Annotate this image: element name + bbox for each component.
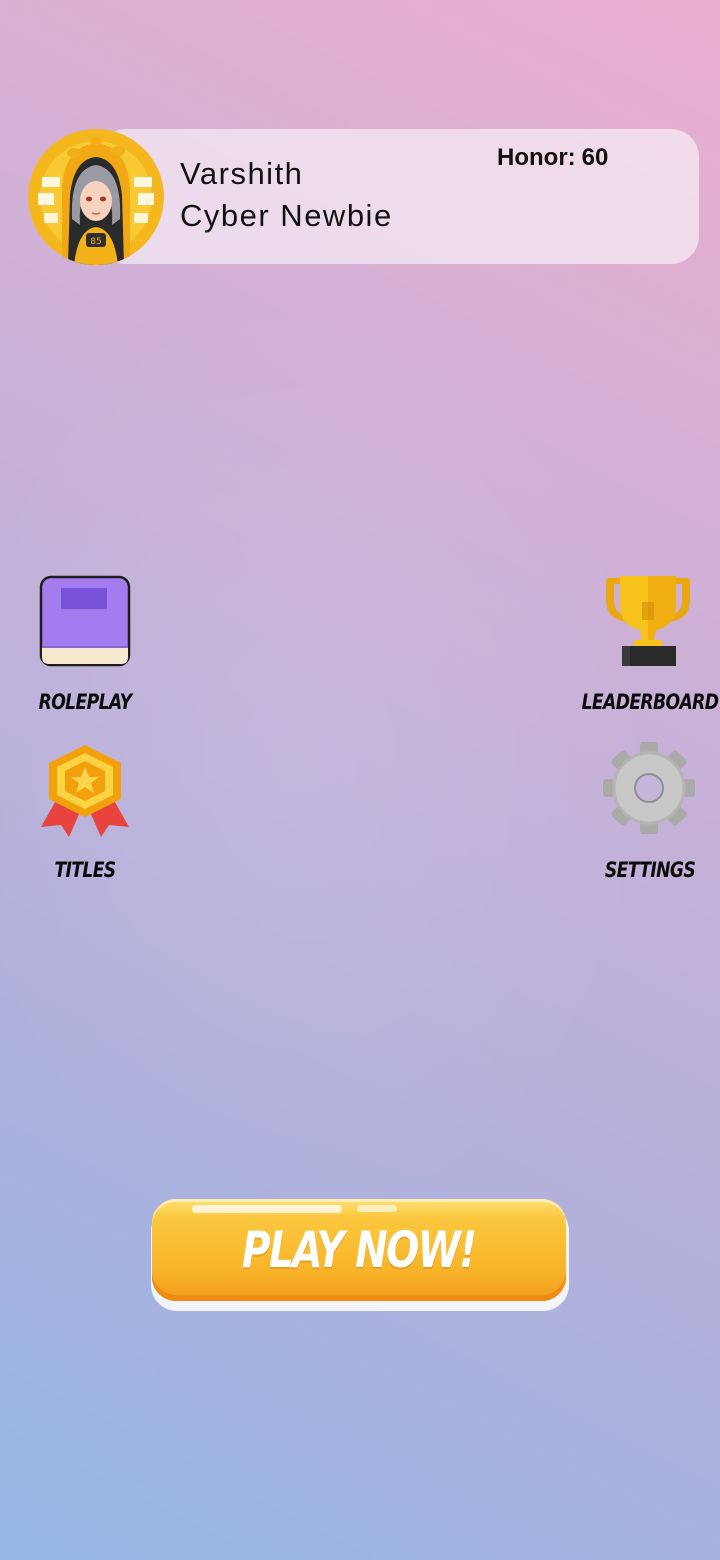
leaderboard-label: LEADERBOARD (581, 690, 719, 714)
leaderboard-button[interactable]: LEADERBOARD (575, 570, 720, 720)
honor-score: Honor: 60 (497, 144, 608, 172)
play-now-button[interactable]: PLAY NOW! (152, 1199, 566, 1301)
player-avatar[interactable]: 85 (28, 129, 164, 265)
medal-icon (41, 745, 129, 837)
roleplay-button[interactable]: ROLEPLAY (10, 570, 160, 720)
settings-button[interactable]: SETTINGS (575, 738, 720, 888)
titles-button[interactable]: TITLES (10, 738, 160, 888)
svg-text:85: 85 (90, 237, 101, 247)
profile-card (98, 129, 699, 264)
gear-icon (603, 742, 695, 834)
play-now-label: PLAY NOW! (242, 1221, 477, 1279)
roleplay-label: ROLEPLAY (38, 690, 132, 714)
player-name: Varshith (180, 156, 304, 191)
titles-label: TITLES (54, 858, 116, 882)
settings-label: SETTINGS (604, 858, 696, 882)
book-icon (39, 575, 131, 667)
honor-value: 60 (581, 144, 609, 171)
honor-label: Honor: (497, 144, 576, 171)
player-rank-title: Cyber Newbie (180, 198, 393, 233)
trophy-icon (606, 576, 690, 666)
